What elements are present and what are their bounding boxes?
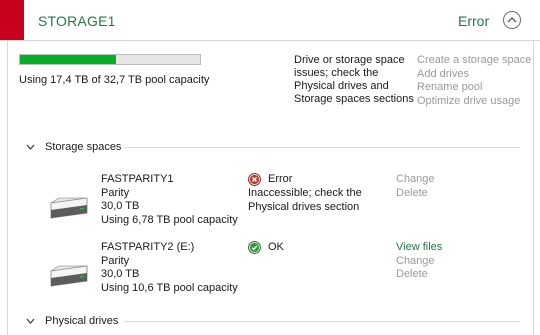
section-label: Physical drives — [45, 315, 119, 327]
storage-space-name: FASTPARITY1 — [101, 173, 174, 185]
storage-spaces-section-header[interactable]: Storage spaces — [26, 141, 522, 155]
pool-capacity-fill — [20, 55, 116, 64]
error-indicator-bar — [0, 0, 24, 40]
pool-name: STORAGE1 — [38, 13, 116, 29]
collapse-chevron-icon[interactable] — [503, 11, 521, 29]
chevron-down-icon — [26, 318, 35, 324]
chevron-down-icon — [26, 144, 35, 150]
storage-space-resiliency: Parity — [101, 254, 130, 267]
panel-border-left — [7, 40, 8, 335]
storage-space-actions: Change Delete — [396, 173, 435, 200]
storage-space-details: FASTPARITY2 (E:) Parity 30,0 TB Using 10… — [101, 241, 238, 295]
panel-border-right — [533, 40, 534, 335]
pool-capacity-text: Using 17,4 TB of 32,7 TB pool capacity — [19, 74, 210, 86]
storage-space-size: 30,0 TB — [101, 268, 140, 280]
drive-icon — [50, 197, 88, 219]
storage-space-size: 30,0 TB — [101, 200, 140, 212]
view-files-link[interactable]: View files — [396, 241, 442, 255]
optimize-drive-usage-link[interactable]: Optimize drive usage — [417, 95, 531, 109]
physical-drives-section-header[interactable]: Physical drives — [26, 315, 522, 329]
status-label: OK — [268, 241, 284, 253]
change-link[interactable]: Change — [396, 173, 435, 187]
storage-space-usage: Using 6,78 TB pool capacity — [101, 213, 238, 226]
drive-icon — [50, 265, 88, 287]
storage-space-actions: View files Change Delete — [396, 241, 442, 282]
error-icon — [248, 173, 261, 186]
pool-header[interactable]: STORAGE1 Error — [0, 0, 540, 41]
add-drives-link[interactable]: Add drives — [417, 68, 531, 82]
ok-icon — [248, 241, 261, 254]
pool-capacity-bar — [19, 54, 201, 65]
create-storage-space-link[interactable]: Create a storage space — [417, 54, 531, 68]
change-link[interactable]: Change — [396, 255, 442, 269]
delete-link[interactable]: Delete — [396, 268, 442, 282]
pool-actions: Create a storage space Add drives Rename… — [417, 54, 531, 108]
status-description: Inaccessible; check the Physical drives … — [248, 187, 362, 213]
storage-space-details: FASTPARITY1 Parity 30,0 TB Using 6,78 TB… — [101, 173, 238, 227]
pool-status: Error — [458, 13, 490, 29]
section-label: Storage spaces — [45, 141, 122, 153]
storage-space-name: FASTPARITY2 (E:) — [101, 241, 195, 253]
section-divider — [124, 321, 520, 322]
section-divider — [124, 147, 520, 148]
storage-space-usage: Using 10,6 TB pool capacity — [101, 281, 238, 294]
status-label: Error — [268, 173, 293, 185]
delete-link[interactable]: Delete — [396, 187, 435, 201]
storage-space-resiliency: Parity — [101, 186, 130, 199]
pool-issue-text: Drive or storage space issues; check the… — [294, 54, 414, 105]
rename-pool-link[interactable]: Rename pool — [417, 81, 531, 95]
